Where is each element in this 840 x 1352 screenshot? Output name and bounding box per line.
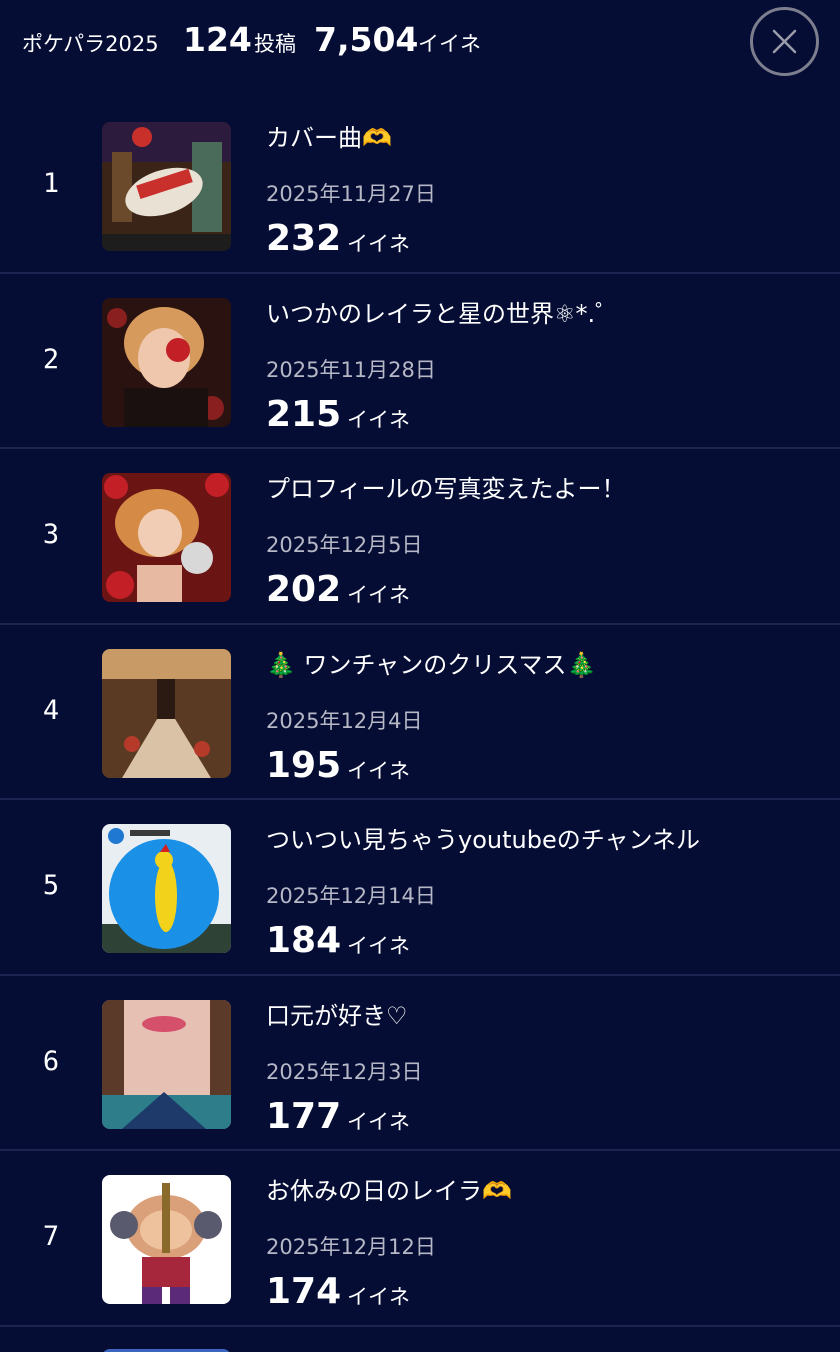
post-thumbnail[interactable] [102,1175,231,1304]
like-unit: イイネ [347,232,410,256]
post-date: 2025年12月14日 [266,884,436,908]
list-item[interactable]: 6 口元が好き♡ 2025年12月3日 177 イイネ [0,976,840,1151]
like-unit: イイネ [347,1285,410,1309]
ranking-list: 1 カバー曲🫶 2025年11月27日 232 イイネ 2 いつかのレイラと星の… [0,98,840,1352]
posts-unit: 投稿 [254,32,296,56]
like-unit: イイネ [347,934,410,958]
close-icon [772,29,797,54]
like-count: 174 [266,1271,342,1312]
close-button[interactable] [750,7,819,76]
like-unit: イイネ [347,407,410,432]
rank-number: 2 [42,343,60,375]
rank-number: 6 [42,1045,60,1077]
post-thumbnail[interactable] [102,1348,231,1352]
rank-number: 7 [42,1221,60,1252]
post-title: お休みの日のレイラ🫶 [266,1177,512,1205]
like-unit: イイネ [347,583,410,607]
post-title: 🎄 ワンチャンのクリスマス🎄 [266,650,597,679]
likes-unit: イイネ [418,32,481,56]
like-count: 177 [266,1095,342,1137]
like-count: 202 [266,569,342,610]
list-item-partial[interactable] [0,1327,840,1352]
like-count: 232 [266,218,342,259]
rank-number: 1 [42,168,60,199]
list-item[interactable]: 3 プロフィールの写真変えたよー！ 2025年12月5日 202 イイネ [0,449,840,625]
rank-number: 5 [42,870,60,901]
post-thumbnail[interactable] [102,122,231,251]
like-count: 184 [266,920,342,961]
list-item[interactable]: 7 お休みの日のレイラ🫶 2025年12月12日 174 イイネ [0,1151,840,1327]
post-date: 2025年11月27日 [266,182,436,206]
posts-count: 124 [183,20,252,59]
post-thumbnail[interactable] [102,473,231,602]
post-date: 2025年11月28日 [266,357,436,382]
post-date: 2025年12月12日 [266,1235,436,1259]
header-label: ポケパラ2025 [22,32,159,56]
like-count: 215 [266,393,342,435]
post-title: 口元が好き♡ [266,1001,408,1030]
post-title: カバー曲🫶 [266,124,392,152]
like-unit: イイネ [347,1109,410,1134]
post-thumbnail[interactable] [102,648,231,778]
like-count: 195 [266,744,342,786]
post-thumbnail[interactable] [102,297,231,427]
list-item[interactable]: 5 ついつい見ちゃうyoutubeのチャンネル 2025年12月14日 184 … [0,800,840,976]
like-unit: イイネ [347,758,410,783]
rank-number: 3 [42,519,60,550]
post-date: 2025年12月5日 [266,533,423,557]
rank-number: 4 [42,694,60,726]
list-item[interactable]: 2 いつかのレイラと星の世界⚛︎*.゜ 2025年11月28日 215 イイネ [0,274,840,449]
post-thumbnail[interactable] [102,824,231,953]
post-title: ついつい見ちゃうyoutubeのチャンネル [266,826,700,854]
post-title: プロフィールの写真変えたよー！ [266,475,626,503]
likes-total: 7,504 [314,20,419,59]
post-thumbnail[interactable] [102,999,231,1129]
list-item[interactable]: 1 カバー曲🫶 2025年11月27日 232 イイネ [0,98,840,274]
post-title: いつかのレイラと星の世界⚛︎*.゜ [266,299,620,328]
list-item[interactable]: 4 🎄 ワンチャンのクリスマス🎄 2025年12月4日 195 イイネ [0,625,840,800]
post-date: 2025年12月4日 [266,708,423,733]
header: ポケパラ2025 124 投稿 7,504 イイネ [0,0,840,84]
post-date: 2025年12月3日 [266,1059,423,1084]
